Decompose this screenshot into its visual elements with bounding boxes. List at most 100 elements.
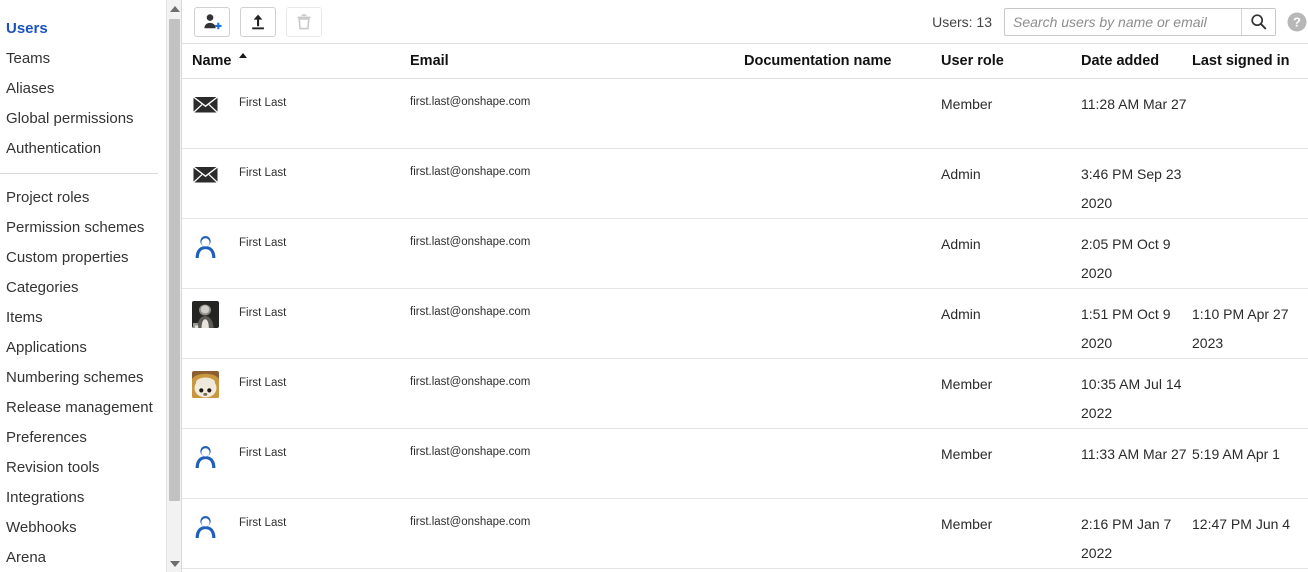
search-input[interactable]	[1005, 8, 1241, 35]
column-header-date-added[interactable]: Date added	[1081, 53, 1192, 69]
user-email-cell: first.last@onshape.com	[410, 219, 744, 250]
last-signed-in-label: 1:10 PM Apr 27 2023	[1192, 306, 1289, 351]
user-name-label: First Last	[239, 237, 287, 249]
scroll-up-arrow[interactable]	[167, 0, 181, 17]
help-circle-glyph: ?	[1287, 12, 1307, 31]
add-user-button[interactable]	[194, 6, 230, 37]
default-avatar-icon	[192, 231, 219, 258]
column-header-label: User role	[941, 53, 1004, 69]
user-email-cell: first.last@onshape.com	[410, 359, 744, 390]
date-added-cell: 3:46 PM Sep 23 2020	[1081, 149, 1192, 218]
help-circle-icon[interactable]: ?	[1286, 11, 1308, 33]
sidebar-item-applications[interactable]: Applications	[0, 333, 166, 363]
table-row[interactable]: First Last first.last@onshape.com Admin 2:0…	[182, 219, 1308, 289]
last-signed-in-cell	[1192, 359, 1308, 370]
admin-users-page: Users Teams Aliases Global permissions Authe…	[0, 0, 1308, 572]
table-row[interactable]: First Last first.last@onshape.com Admin 1:5…	[182, 289, 1308, 359]
user-name-cell: First Last	[182, 499, 410, 538]
search-users-box	[1004, 7, 1276, 36]
column-header-label: Date added	[1081, 53, 1160, 69]
sidebar-item-custom-properties[interactable]: Custom properties	[0, 243, 166, 273]
last-signed-in-label: 5:19 AM Apr 1	[1192, 446, 1280, 462]
sidebar-nav-list: Users Teams Aliases Global permissions Authe…	[0, 0, 166, 572]
search-submit-button[interactable]	[1241, 8, 1275, 35]
date-added-label: 11:33 AM Mar 27	[1081, 446, 1187, 462]
user-name-cell: First Last	[182, 79, 410, 118]
trash-icon	[297, 13, 311, 29]
envelope-icon	[192, 91, 219, 118]
default-avatar-icon	[192, 441, 219, 468]
sort-ascending-icon	[238, 53, 247, 58]
sidebar-item-categories[interactable]: Categories	[0, 273, 166, 303]
sidebar-item-items[interactable]: Items	[0, 303, 166, 333]
user-name-label: First Last	[239, 167, 287, 179]
column-header-name[interactable]: Name	[182, 53, 410, 69]
column-header-documentation-name[interactable]: Documentation name	[744, 53, 941, 69]
date-added-cell: 10:35 AM Jul 14 2022	[1081, 359, 1192, 428]
user-email-label: first.last@onshape.com	[410, 166, 531, 178]
user-email-cell: first.last@onshape.com	[410, 289, 744, 320]
delete-user-button[interactable]	[286, 6, 322, 37]
sidebar-item-numbering-schemes[interactable]: Numbering schemes	[0, 363, 166, 393]
table-header-row: Name Email Documentation name User role Date…	[182, 44, 1308, 79]
table-row[interactable]: First Last first.last@onshape.com Member 11…	[182, 429, 1308, 499]
sidebar-item-authentication[interactable]: Authentication	[0, 134, 166, 164]
sidebar-item-integrations[interactable]: Integrations	[0, 483, 166, 513]
sidebar-item-arena[interactable]: Arena	[0, 543, 166, 572]
upload-users-button[interactable]	[240, 6, 276, 37]
scroll-down-arrow[interactable]	[167, 555, 181, 572]
sidebar-item-release-management[interactable]: Release management	[0, 393, 166, 423]
last-signed-in-cell: 5:19 AM Apr 1	[1192, 429, 1308, 469]
sidebar-item-users[interactable]: Users	[0, 14, 166, 44]
sidebar-item-teams[interactable]: Teams	[0, 44, 166, 74]
date-added-label: 11:28 AM Mar 27	[1081, 96, 1187, 112]
table-row[interactable]: First Last first.last@onshape.com Member 10…	[182, 359, 1308, 429]
sidebar-item-revision-tools[interactable]: Revision tools	[0, 453, 166, 483]
user-name-label: First Last	[239, 517, 287, 529]
photo-avatar-tan	[192, 371, 219, 398]
sidebar-item-permission-schemes[interactable]: Permission schemes	[0, 213, 166, 243]
user-email-cell: first.last@onshape.com	[410, 149, 744, 180]
person-plus-icon	[204, 13, 222, 29]
photo-avatar-dark	[192, 301, 219, 328]
last-signed-in-label: 12:47 PM Jun 4	[1192, 516, 1291, 532]
envelope-icon	[192, 161, 219, 188]
user-email-cell: first.last@onshape.com	[410, 429, 744, 460]
sidebar-scrollbar-thumb[interactable]	[169, 19, 180, 501]
user-email-label: first.last@onshape.com	[410, 236, 531, 248]
date-added-cell: 11:28 AM Mar 27	[1081, 79, 1192, 119]
column-header-email[interactable]: Email	[410, 53, 744, 69]
user-email-cell: first.last@onshape.com	[410, 499, 744, 530]
date-added-cell: 2:16 PM Jan 7 2022	[1081, 499, 1192, 568]
column-header-last-signed-in[interactable]: Last signed in	[1192, 53, 1308, 69]
column-header-label: Name	[192, 53, 232, 69]
table-row[interactable]: First Last first.last@onshape.com Member 11…	[182, 79, 1308, 149]
user-role-label: Admin	[941, 306, 981, 322]
users-main-panel: Users: 13 ? NameEmailDocumentation	[182, 0, 1308, 572]
sidebar-item-global-permissions[interactable]: Global permissions	[0, 104, 166, 134]
last-signed-in-cell	[1192, 219, 1308, 230]
table-row[interactable]: First Last first.last@onshape.com Admin 3:4…	[182, 149, 1308, 219]
column-header-label: Documentation name	[744, 53, 892, 69]
last-signed-in-cell: 1:10 PM Apr 27 2023	[1192, 289, 1308, 358]
user-email-label: first.last@onshape.com	[410, 516, 531, 528]
date-added-cell: 11:33 AM Mar 27	[1081, 429, 1192, 469]
user-name-label: First Last	[239, 447, 287, 459]
user-email-cell: first.last@onshape.com	[410, 79, 744, 110]
user-name-label: First Last	[239, 97, 287, 109]
user-role-cell: Member	[941, 359, 1081, 399]
column-header-user-role[interactable]: User role	[941, 53, 1081, 69]
svg-text:?: ?	[1293, 14, 1301, 29]
sidebar-item-aliases[interactable]: Aliases	[0, 74, 166, 104]
sidebar-item-project-roles[interactable]: Project roles	[0, 183, 166, 213]
settings-sidebar: Users Teams Aliases Global permissions Authe…	[0, 0, 182, 572]
date-added-cell: 2:05 PM Oct 9 2020	[1081, 219, 1192, 288]
user-role-label: Member	[941, 516, 993, 532]
sidebar-scrollbar[interactable]	[166, 0, 181, 572]
upload-icon	[252, 14, 264, 29]
user-role-cell: Member	[941, 499, 1081, 539]
date-added-label: 3:46 PM Sep 23 2020	[1081, 166, 1182, 211]
table-row[interactable]: First Last first.last@onshape.com Member 2:…	[182, 499, 1308, 569]
sidebar-item-preferences[interactable]: Preferences	[0, 423, 166, 453]
sidebar-item-webhooks[interactable]: Webhooks	[0, 513, 166, 543]
